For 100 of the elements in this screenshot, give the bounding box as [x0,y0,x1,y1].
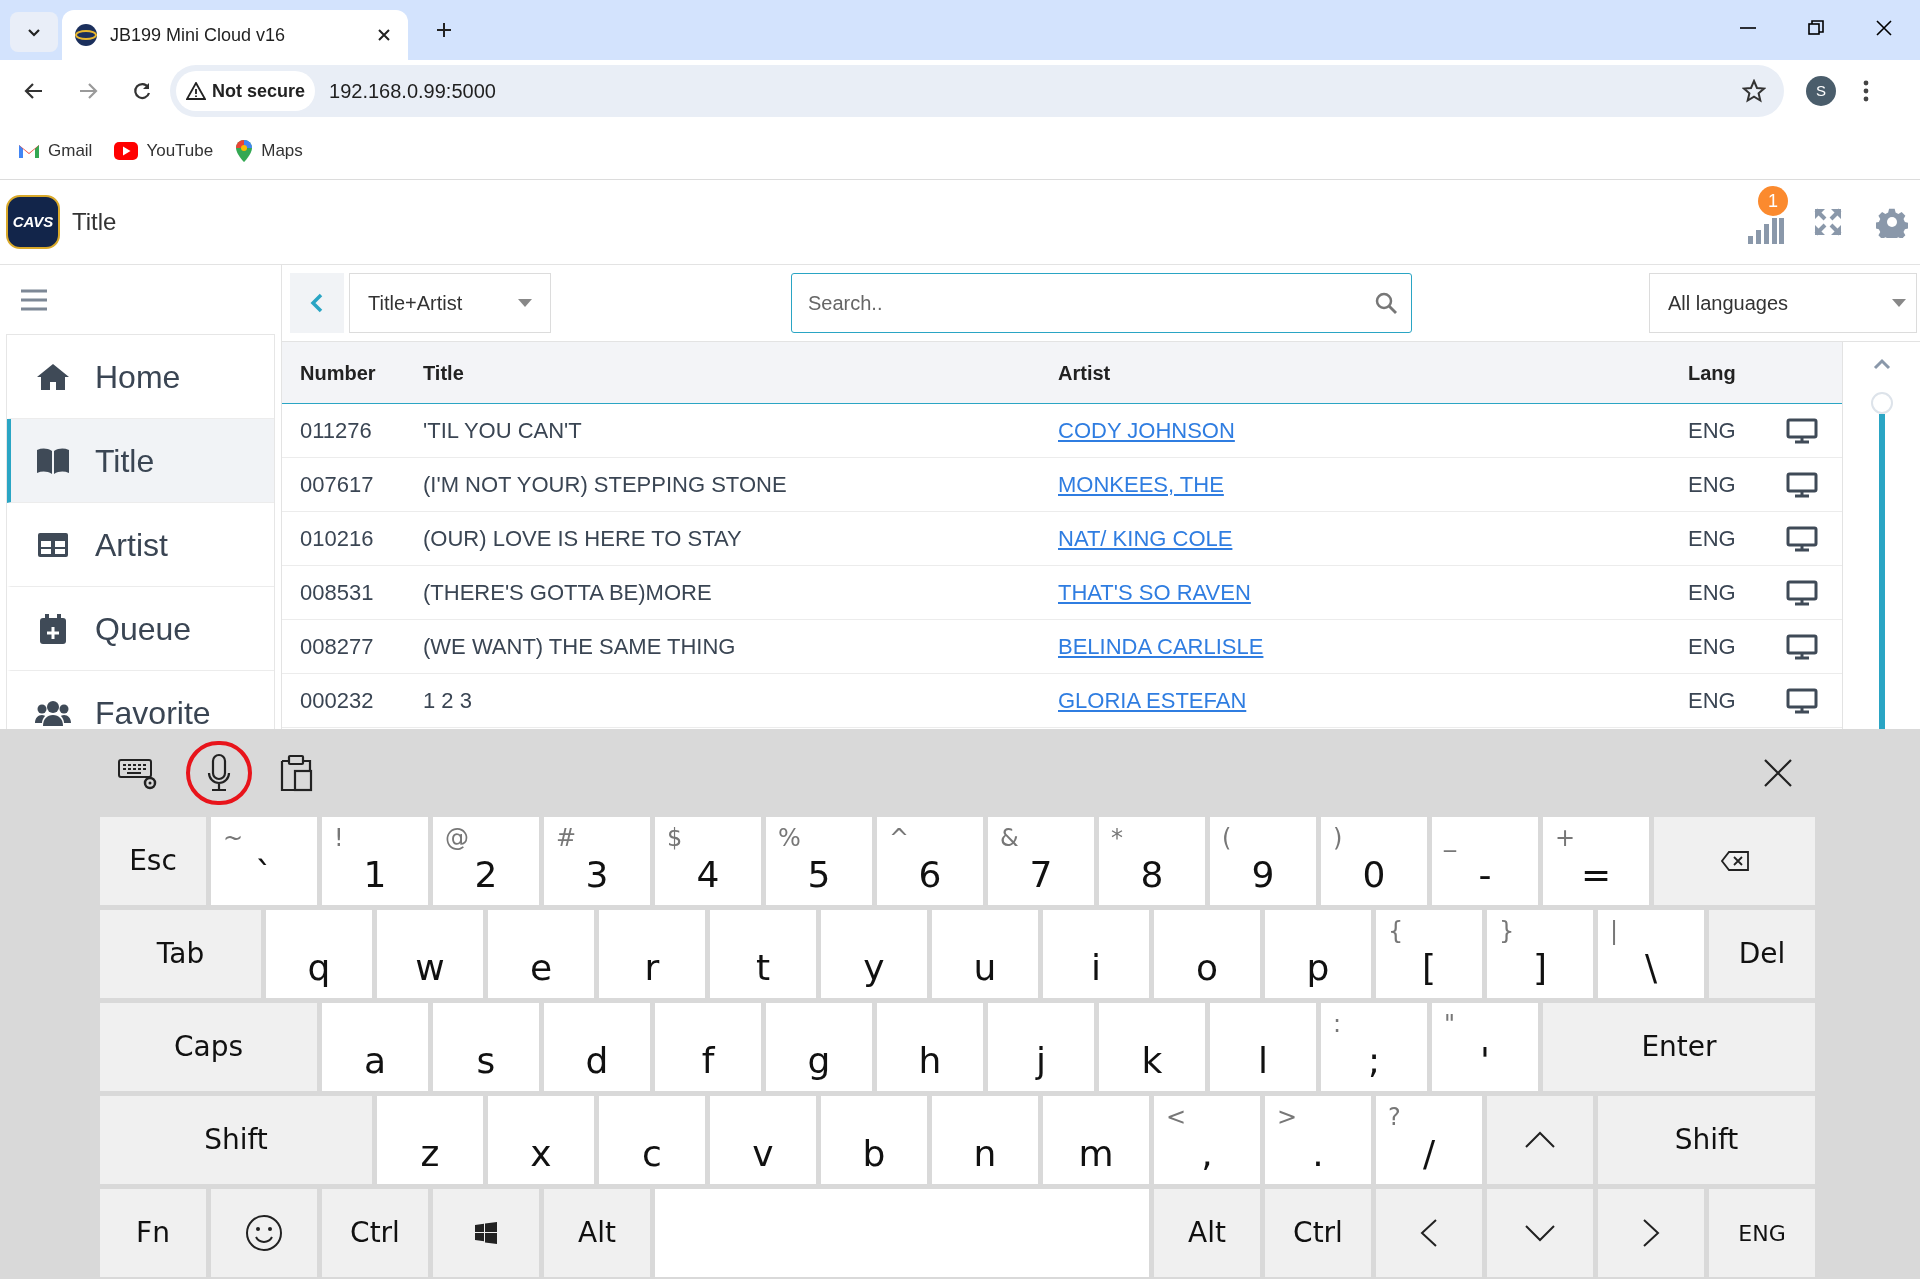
key[interactable]: e [488,910,594,998]
artist-link[interactable]: MONKEES, THE [1058,472,1224,497]
key[interactable]: ? / [1376,1096,1482,1184]
key[interactable]: Tab [100,910,261,998]
search-icon[interactable] [1374,291,1398,315]
key[interactable]: t [710,910,816,998]
key[interactable]: w [377,910,483,998]
key[interactable]: j [988,1003,1094,1091]
caret-down-icon [1892,299,1906,307]
key[interactable]: } ] [1487,910,1593,998]
monitor-icon [1786,471,1818,498]
artist-link[interactable]: NAT/ KING COLE [1058,526,1233,551]
key[interactable]: Ctrl [1265,1189,1371,1277]
artist-link[interactable]: BELINDA CARLISLE [1058,634,1264,659]
key[interactable] [433,1189,539,1277]
key[interactable]: v [710,1096,816,1184]
key[interactable]: s [433,1003,539,1091]
browser-tab[interactable]: JB199 Mini Cloud v16 [62,10,408,60]
key[interactable]: Shift [100,1096,372,1184]
key[interactable]: h [877,1003,983,1091]
key[interactable]: c [599,1096,705,1184]
title-cell-text: (OUR) LOVE IS HERE TO STAY [422,525,743,553]
chevron-down-icon [1524,1224,1556,1242]
key[interactable]: g [766,1003,872,1091]
key[interactable]: ^ 6 [877,817,983,905]
key[interactable]: { [ [1376,910,1482,998]
chevron-up-icon [1524,1131,1556,1149]
key[interactable]: < , [1154,1096,1260,1184]
key[interactable]: " ' [1432,1003,1538,1091]
profile-avatar[interactable]: S [1806,76,1836,106]
key[interactable]: m [1043,1096,1149,1184]
key[interactable]: Caps [100,1003,317,1091]
key[interactable]: Ctrl [322,1189,428,1277]
windows-icon [475,1222,497,1244]
language-cell-text: ENG [1687,579,1737,607]
scrollbar[interactable] [1869,392,1894,729]
security-chip[interactable]: Not secure [176,71,316,111]
key[interactable]: a [322,1003,428,1091]
key[interactable]: Alt [544,1189,650,1277]
title-cell-text: (I'M NOT YOUR) STEPPING STONE [422,471,788,499]
monitor-icon [1786,633,1818,660]
key[interactable]: k [1099,1003,1205,1091]
key[interactable]: : ; [1321,1003,1427,1091]
key[interactable]: y [821,910,927,998]
key[interactable]: u [932,910,1038,998]
microphone-button[interactable] [186,741,252,805]
key[interactable]: ~ ` [211,817,317,905]
more-vertical-icon [1863,80,1869,102]
key[interactable]: ) 0 [1321,817,1427,905]
bookmark-link[interactable]: Maps [235,137,303,164]
key[interactable]: Alt [1154,1189,1260,1277]
key[interactable]: ENG [1709,1189,1815,1277]
key[interactable]: ( 9 [1210,817,1316,905]
key[interactable]: Esc [100,817,206,905]
key[interactable]: d [544,1003,650,1091]
key[interactable]: l [1210,1003,1316,1091]
artist-link[interactable]: GLORIA ESTEFAN [1058,688,1247,713]
minimize-icon [1740,27,1756,29]
bookmark-link[interactable]: Gmail [18,137,93,164]
search-field[interactable]: Search.. [791,273,1412,333]
key[interactable]: | \ [1598,910,1704,998]
key[interactable]: x [488,1096,594,1184]
search-mode-dropdown[interactable]: Title+Artist [349,273,551,333]
chevron-left-icon [1420,1218,1438,1248]
key[interactable]: z [377,1096,483,1184]
key[interactable]: > . [1265,1096,1371,1184]
language-cell-text: ENG [1687,633,1737,661]
key[interactable]: Del [1709,910,1815,998]
key[interactable]: Shift [1598,1096,1815,1184]
number-cell-text: 007617 [299,471,375,499]
key[interactable]: _ - [1432,817,1538,905]
key[interactable]: Fn [100,1189,206,1277]
close-icon [1875,19,1893,37]
artist-link[interactable]: CODY JOHNSON [1058,418,1235,443]
language-dropdown[interactable]: All languages [1649,273,1917,333]
key[interactable]: $ 4 [655,817,761,905]
key[interactable]: n [932,1096,1038,1184]
key[interactable]: q [266,910,372,998]
key[interactable]: + = [1543,817,1649,905]
key[interactable]: ! 1 [322,817,428,905]
key[interactable]: & 7 [988,817,1094,905]
key[interactable] [211,1189,317,1277]
key[interactable]: r [599,910,705,998]
key[interactable]: b [821,1096,927,1184]
bookmark-link[interactable]: YouTube [114,137,214,164]
key[interactable]: Enter [1543,1003,1815,1091]
key[interactable]: # 3 [544,817,650,905]
address-bar[interactable]: Not secure 192.168.0.99:5000 [170,65,1784,117]
artist-link[interactable]: THAT'S SO RAVEN [1058,580,1251,605]
key[interactable]: p [1265,910,1371,998]
key[interactable]: @ 2 [433,817,539,905]
key[interactable]: i [1043,910,1149,998]
key[interactable]: o [1154,910,1260,998]
back-arrow-icon [24,81,44,101]
key[interactable]: * 8 [1099,817,1205,905]
key[interactable]: % 5 [766,817,872,905]
nav-item[interactable]: Title [7,419,274,503]
monitor-icon [1786,417,1818,444]
language-cell-text: ENG [1687,687,1737,715]
key[interactable]: f [655,1003,761,1091]
